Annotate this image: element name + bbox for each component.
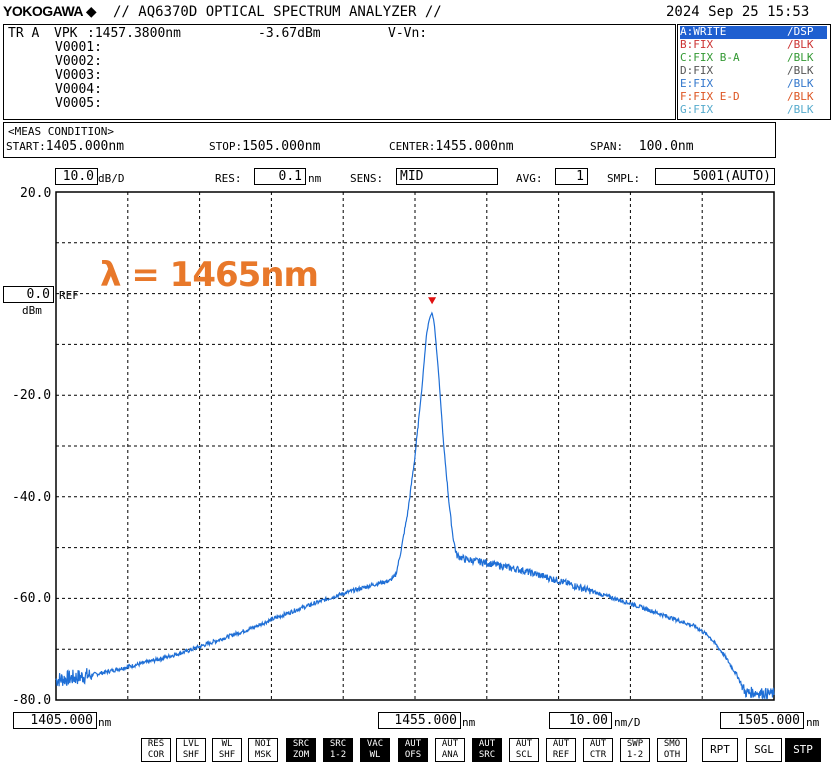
ref-label: REF: [59, 289, 79, 302]
div-unit: nm/D: [614, 716, 641, 729]
res-label: RES:: [215, 172, 242, 185]
marker-2: V0002:: [55, 54, 102, 69]
y-tick-label-neg60: -60.0: [12, 591, 52, 606]
div-field[interactable]: 10.00: [549, 712, 612, 729]
span-field: SPAN: 100.0nm: [590, 139, 694, 154]
series-trace-0: [55, 311, 775, 700]
softkey-vac-wl[interactable]: VAC WL: [360, 738, 390, 762]
brand-text: YOKOGAWA: [3, 3, 83, 19]
trace-list: A:WRITE/DSP B:FIX/BLK C:FIX B-A/BLK D:FIX/B…: [677, 24, 831, 120]
meas-condition-panel: <MEAS CONDITION> START:1405.000nm STOP:1…: [3, 122, 776, 158]
trace-item-label: A:WRITE: [680, 25, 727, 38]
vpk-label: VPK: [54, 26, 78, 41]
sens-field[interactable]: MID: [396, 168, 498, 185]
stop-field: STOP:1505.000nm: [209, 139, 321, 154]
trace-item-mode: /BLK: [787, 38, 814, 51]
marker-5: V0005:: [55, 96, 102, 111]
wavelength-annotation: λ = 1465nm: [100, 255, 319, 295]
trace-item-label: E:FIX: [680, 77, 714, 90]
vpk-level: -3.67dBm: [258, 26, 321, 41]
trace-item-c[interactable]: C:FIX B-A/BLK: [680, 51, 827, 65]
window-title: // AQ6370D OPTICAL SPECTRUM ANALYZER //: [113, 4, 442, 20]
softkey-smo-oth[interactable]: SMO OTH: [657, 738, 687, 762]
datetime: 2024 Sep 25 15:53: [666, 4, 810, 20]
trace-item-mode: /DSP: [787, 25, 814, 38]
trace-item-e[interactable]: E:FIX/BLK: [680, 77, 827, 91]
trace-item-label: D:FIX: [680, 64, 714, 77]
smpl-field[interactable]: 5001(AUTO): [655, 168, 775, 185]
trace-item-label: B:FIX: [680, 38, 714, 51]
trace-item-label: F:FIX E-D: [680, 90, 740, 103]
y-tick-label-neg40: -40.0: [12, 490, 52, 505]
softkey-rpt[interactable]: RPT: [702, 738, 738, 762]
softkey-aut-src[interactable]: AUT SRC: [472, 738, 502, 762]
stop-unit: nm: [806, 716, 820, 729]
meas-condition-title: <MEAS CONDITION>: [8, 125, 114, 138]
start-field: START:1405.000nm: [6, 139, 125, 154]
trace-item-a[interactable]: A:WRITE/DSP: [680, 25, 827, 39]
softkey-aut-ofs[interactable]: AUT OFS: [398, 738, 428, 762]
res-field[interactable]: 0.1: [254, 168, 306, 185]
softkey-wl-shf[interactable]: WL SHF: [212, 738, 242, 762]
marker-panel: TR A VPK :1457.3800nm -3.67dBm V-Vn: V00…: [3, 24, 676, 120]
trace-item-f[interactable]: F:FIX E-D/BLK: [680, 90, 827, 104]
trace-item-mode: /BLK: [787, 77, 814, 90]
ref-field[interactable]: 0.0: [3, 286, 54, 303]
softkey-res-cor[interactable]: RES COR: [141, 738, 171, 762]
softkey-noi-msk[interactable]: NOI MSK: [248, 738, 278, 762]
trace-label: TR A: [8, 26, 40, 41]
marker-4: V0004:: [55, 82, 102, 97]
trace-item-mode: /BLK: [787, 90, 814, 103]
softkey-sgl[interactable]: SGL: [746, 738, 782, 762]
marker-3: V0003:: [55, 68, 102, 83]
softkey-lvl-shf[interactable]: LVL SHF: [176, 738, 206, 762]
softkey-aut-ref[interactable]: AUT REF: [546, 738, 576, 762]
trace-item-b[interactable]: B:FIX/BLK: [680, 38, 827, 52]
y-tick-label-20: 20.0: [20, 186, 52, 201]
softkey-stp[interactable]: STP: [785, 738, 821, 762]
trace-item-label: G:FIX: [680, 103, 714, 116]
center-field: CENTER:1455.000nm: [389, 139, 514, 154]
softkey-aut-scl[interactable]: AUT SCL: [509, 738, 539, 762]
delta-label: V-Vn:: [388, 26, 428, 41]
center-unit: nm: [462, 716, 476, 729]
diamond-icon: ◆: [82, 3, 97, 19]
sens-label: SENS:: [350, 172, 384, 185]
softkey-aut-ana[interactable]: AUT ANA: [435, 738, 465, 762]
trace-item-label: C:FIX B-A: [680, 51, 740, 64]
y-tick-label-neg80: -80.0: [12, 693, 52, 708]
softkey-aut-ctr[interactable]: AUT CTR: [583, 738, 613, 762]
marker-1: V0001:: [55, 40, 102, 55]
start-wavelength-field[interactable]: 1405.000: [13, 712, 97, 729]
avg-field[interactable]: 1: [555, 168, 588, 185]
center-wavelength-field[interactable]: 1455.000: [378, 712, 461, 729]
brand-logo: YOKOGAWA ◆: [3, 3, 97, 20]
start-unit: nm: [98, 716, 112, 729]
smpl-label: SMPL:: [607, 172, 641, 185]
trace-item-d[interactable]: D:FIX/BLK: [680, 64, 827, 78]
y-tick-label-neg20: -20.0: [12, 388, 52, 403]
trace-item-g[interactable]: G:FIX/BLK: [680, 103, 827, 117]
trace-item-mode: /BLK: [787, 51, 814, 64]
trace-item-mode: /BLK: [787, 103, 814, 116]
scale-unit: dB/D: [98, 172, 125, 185]
trace-item-mode: /BLK: [787, 64, 814, 77]
stop-wavelength-field[interactable]: 1505.000: [720, 712, 804, 729]
avg-label: AVG:: [516, 172, 543, 185]
scale-field[interactable]: 10.0: [55, 168, 98, 185]
softkey-src-zom[interactable]: SRC ZOM: [286, 738, 316, 762]
softkey-swp-1-2[interactable]: SWP 1-2: [620, 738, 650, 762]
vpk-wavelength: :1457.3800nm: [87, 26, 181, 41]
ref-unit: dBm: [22, 304, 42, 317]
softkey-src-1-2[interactable]: SRC 1-2: [323, 738, 353, 762]
res-unit: nm: [308, 172, 322, 185]
peak-marker-icon: [428, 297, 437, 305]
